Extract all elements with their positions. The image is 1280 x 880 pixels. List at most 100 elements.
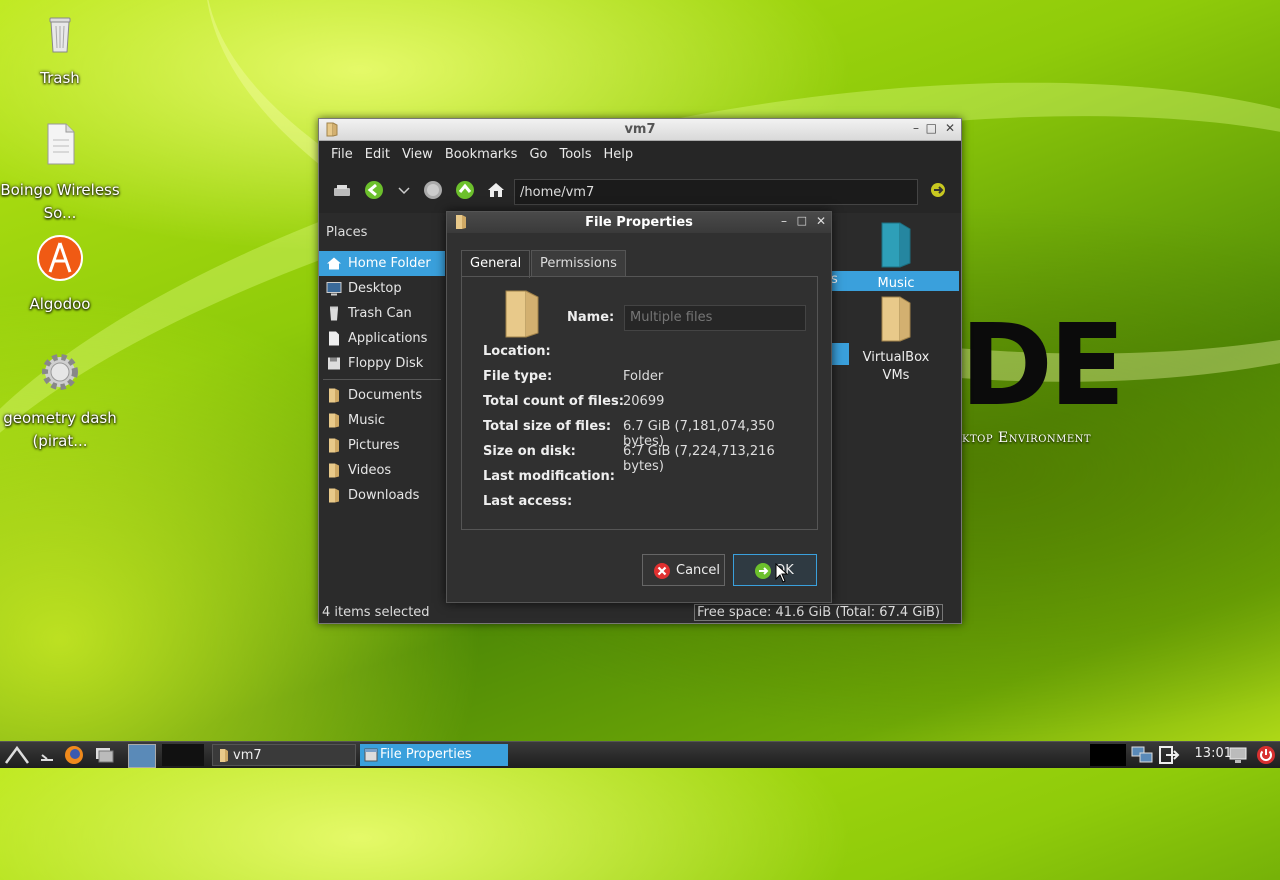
- places-header: Places: [326, 225, 368, 240]
- folder-icon: [881, 296, 911, 342]
- desktop-icon-geometry-dash[interactable]: geometry dash (pirat...: [0, 348, 120, 453]
- start-menu-icon[interactable]: [4, 745, 30, 765]
- file-item-virtualbox-vms[interactable]: VirtualBox VMs: [841, 295, 951, 385]
- applications-icon: [329, 331, 339, 346]
- sidebar-item-label: Music: [348, 413, 385, 428]
- show-desktop-icon[interactable]: [38, 746, 56, 764]
- tab-general[interactable]: General: [461, 250, 531, 278]
- close-button[interactable]: ✕: [816, 214, 826, 228]
- minimize-button[interactable]: –: [913, 121, 919, 135]
- menu-help[interactable]: Help: [598, 147, 640, 162]
- sidebar-item-label: Applications: [348, 331, 428, 346]
- desktop-icon-label: geometry dash (pirat...: [3, 409, 117, 450]
- desktop-icon-label: Trash: [40, 69, 80, 87]
- places-sidebar: Places Home Folder Desktop Trash Can App…: [319, 213, 445, 601]
- clock[interactable]: 13:01: [1195, 746, 1232, 761]
- sidebar-item-label: Floppy Disk: [348, 356, 424, 371]
- status-selection: 4 items selected: [322, 605, 430, 620]
- last-modification-label: Last modification:: [483, 469, 615, 484]
- cancel-button[interactable]: Cancel: [642, 554, 725, 586]
- cpu-monitor: [1090, 744, 1126, 766]
- menu-view[interactable]: View: [396, 147, 439, 162]
- desktop-icon-trash[interactable]: Trash: [0, 8, 120, 90]
- desktop-icon-label: Boingo Wireless So...: [0, 181, 120, 222]
- sidebar-item-videos[interactable]: Videos: [319, 458, 445, 483]
- sidebar-item-music[interactable]: Music: [319, 408, 445, 433]
- wallpaper-subtitle: ktop Environment: [962, 430, 1092, 446]
- window-titlebar[interactable]: vm7 – □ ✕: [319, 119, 961, 141]
- menu-file[interactable]: File: [325, 147, 359, 162]
- file-manager-icon[interactable]: [94, 746, 114, 764]
- ok-button[interactable]: OK: [733, 554, 817, 586]
- taskbar: vm7 File Properties 13:01: [0, 741, 1280, 768]
- minimize-button[interactable]: –: [781, 214, 787, 228]
- sidebar-item-pictures[interactable]: Pictures: [319, 433, 445, 458]
- file-properties-dialog: File Properties – □ ✕ General Permission…: [446, 211, 832, 603]
- tab-permissions[interactable]: Permissions: [531, 250, 626, 276]
- workspace-1[interactable]: [128, 744, 156, 768]
- sidebar-item-trash-can[interactable]: Trash Can: [319, 301, 445, 326]
- cancel-icon: [654, 563, 670, 579]
- trash-icon: [330, 306, 338, 321]
- sidebar-item-label: Documents: [348, 388, 423, 403]
- sidebar-item-label: Videos: [348, 463, 392, 478]
- menu-bar: File Edit View Bookmarks Go Tools Help: [319, 141, 961, 167]
- menu-go[interactable]: Go: [523, 147, 553, 162]
- task-file-properties[interactable]: File Properties: [360, 744, 508, 766]
- close-button[interactable]: ✕: [945, 121, 955, 135]
- home-icon: [327, 257, 341, 270]
- new-tab-icon[interactable]: [331, 179, 353, 201]
- folder-icon: [881, 222, 911, 268]
- file-type-label: File type:: [483, 369, 553, 384]
- name-field[interactable]: [624, 305, 806, 331]
- dialog-titlebar[interactable]: File Properties – □ ✕: [447, 212, 831, 233]
- desktop-icon-boingo[interactable]: Boingo Wireless So...: [0, 120, 120, 225]
- file-item-label: VirtualBox VMs: [862, 350, 930, 383]
- dialog-title: File Properties: [585, 215, 693, 230]
- menu-bookmarks[interactable]: Bookmarks: [439, 147, 524, 162]
- last-access-label: Last access:: [483, 494, 573, 509]
- logout-icon[interactable]: [1158, 745, 1180, 765]
- total-count-label: Total count of files:: [483, 394, 624, 409]
- power-icon[interactable]: [1256, 745, 1276, 765]
- task-vm7[interactable]: vm7: [212, 744, 356, 766]
- sidebar-item-downloads[interactable]: Downloads: [319, 483, 445, 508]
- up-icon[interactable]: [454, 179, 476, 201]
- folder-icon: [329, 388, 339, 403]
- sidebar-item-label: Pictures: [348, 438, 400, 453]
- sidebar-item-documents[interactable]: Documents: [319, 383, 445, 408]
- sidebar-divider: [323, 379, 441, 380]
- maximize-button[interactable]: □: [797, 214, 807, 227]
- back-icon[interactable]: [363, 179, 385, 201]
- ok-icon: [755, 563, 771, 579]
- sidebar-item-label: Home Folder: [348, 256, 431, 271]
- screen-lock-icon[interactable]: [1228, 745, 1248, 765]
- menu-tools[interactable]: Tools: [553, 147, 597, 162]
- status-bar: 4 items selected Free space: 41.6 GiB (T…: [319, 603, 961, 623]
- desktop-icon-label: Algodoo: [29, 295, 91, 313]
- mouse-cursor-icon: [775, 563, 789, 583]
- maximize-button[interactable]: □: [926, 121, 937, 135]
- network-icon[interactable]: [1130, 745, 1154, 765]
- workspace-2[interactable]: [162, 744, 204, 766]
- folder-icon: [329, 438, 339, 453]
- chevron-down-icon[interactable]: [393, 179, 415, 201]
- file-item-label: Music: [877, 276, 915, 291]
- home-icon[interactable]: [485, 179, 507, 201]
- firefox-icon[interactable]: [64, 745, 84, 765]
- forward-icon[interactable]: [422, 179, 444, 201]
- task-label: vm7: [233, 748, 262, 763]
- floppy-disk-icon: [328, 357, 340, 370]
- sidebar-item-desktop[interactable]: Desktop: [319, 276, 445, 301]
- sidebar-item-floppy-disk[interactable]: Floppy Disk: [319, 351, 445, 376]
- window-icon: [364, 748, 378, 762]
- sidebar-item-home-folder[interactable]: Home Folder: [319, 251, 445, 276]
- sidebar-item-label: Desktop: [348, 281, 402, 296]
- sidebar-item-applications[interactable]: Applications: [319, 326, 445, 351]
- go-icon[interactable]: [927, 179, 949, 201]
- menu-edit[interactable]: Edit: [359, 147, 396, 162]
- desktop-icon-algodoo[interactable]: Algodoo: [0, 234, 120, 316]
- file-item-music[interactable]: Music: [841, 221, 951, 293]
- path-input[interactable]: /home/vm7: [514, 179, 918, 205]
- folder-icon: [505, 290, 539, 338]
